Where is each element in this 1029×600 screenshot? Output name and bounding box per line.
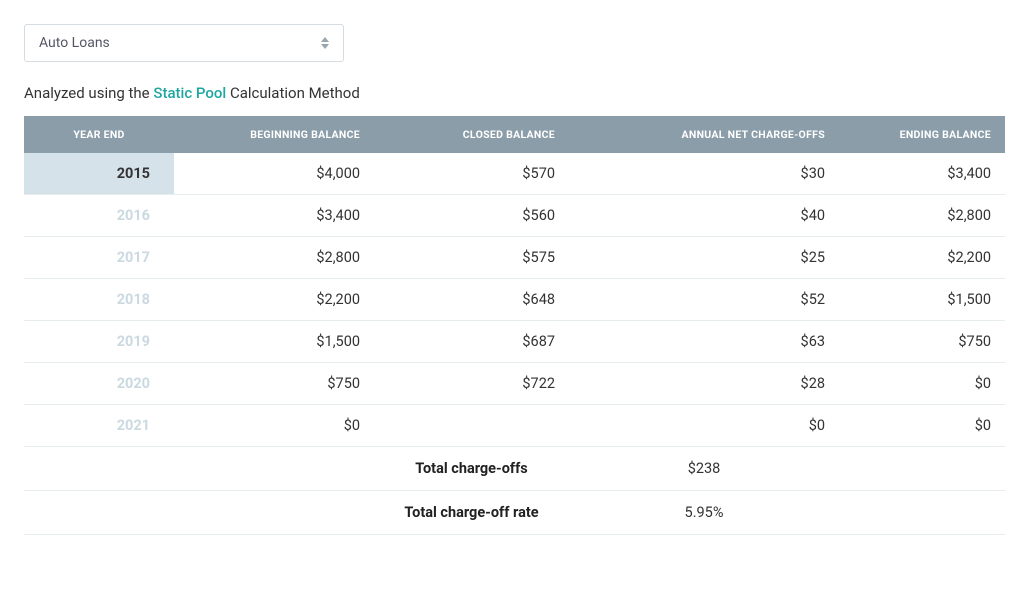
analysis-method-text: Analyzed using the Static Pool Calculati… xyxy=(24,84,1005,102)
table-row[interactable]: 2015$4,000$570$30$3,400 xyxy=(24,153,1005,195)
cell-chargeoffs: $63 xyxy=(569,321,839,363)
summary-blank xyxy=(839,491,1005,535)
cell-closed: $575 xyxy=(374,237,569,279)
analysis-prefix: Analyzed using the xyxy=(24,84,153,102)
year-cell: 2020 xyxy=(24,363,174,405)
updown-icon xyxy=(321,37,329,49)
table-row[interactable]: 2019$1,500$687$63$750 xyxy=(24,321,1005,363)
year-cell: 2015 xyxy=(24,153,174,195)
col-year-end: YEAR END xyxy=(24,116,174,153)
summary-row: Total charge-offs$238 xyxy=(24,447,1005,491)
loan-type-dropdown[interactable]: Auto Loans xyxy=(24,24,344,62)
col-closed-balance: CLOSED BALANCE xyxy=(374,116,569,153)
cell-closed: $722 xyxy=(374,363,569,405)
summary-blank xyxy=(174,491,374,535)
cell-beginning: $750 xyxy=(174,363,374,405)
summary-label: Total charge-off rate xyxy=(374,491,569,535)
cell-ending: $1,500 xyxy=(839,279,1005,321)
cell-chargeoffs: $28 xyxy=(569,363,839,405)
cell-closed xyxy=(374,405,569,447)
col-ending-balance: ENDING BALANCE xyxy=(839,116,1005,153)
loan-type-dropdown-label: Auto Loans xyxy=(39,35,110,51)
cell-beginning: $2,200 xyxy=(174,279,374,321)
cell-chargeoffs: $40 xyxy=(569,195,839,237)
summary-blank xyxy=(24,491,174,535)
col-beginning-balance: BEGINNING BALANCE xyxy=(174,116,374,153)
cell-chargeoffs: $30 xyxy=(569,153,839,195)
cell-closed: $648 xyxy=(374,279,569,321)
year-cell: 2018 xyxy=(24,279,174,321)
cell-beginning: $3,400 xyxy=(174,195,374,237)
table-row[interactable]: 2020$750$722$28$0 xyxy=(24,363,1005,405)
cell-beginning: $0 xyxy=(174,405,374,447)
cell-chargeoffs: $25 xyxy=(569,237,839,279)
cell-closed: $570 xyxy=(374,153,569,195)
year-cell: 2016 xyxy=(24,195,174,237)
cell-ending: $750 xyxy=(839,321,1005,363)
summary-blank xyxy=(24,447,174,491)
cell-ending: $2,200 xyxy=(839,237,1005,279)
table-header-row: YEAR END BEGINNING BALANCE CLOSED BALANC… xyxy=(24,116,1005,153)
cell-ending: $3,400 xyxy=(839,153,1005,195)
cell-beginning: $2,800 xyxy=(174,237,374,279)
static-pool-link[interactable]: Static Pool xyxy=(153,84,226,102)
summary-value: 5.95% xyxy=(569,491,839,535)
year-cell: 2017 xyxy=(24,237,174,279)
chargeoff-table: YEAR END BEGINNING BALANCE CLOSED BALANC… xyxy=(24,116,1005,535)
cell-ending: $2,800 xyxy=(839,195,1005,237)
summary-blank xyxy=(174,447,374,491)
cell-ending: $0 xyxy=(839,363,1005,405)
cell-beginning: $4,000 xyxy=(174,153,374,195)
cell-chargeoffs: $0 xyxy=(569,405,839,447)
table-body: 2015$4,000$570$30$3,4002016$3,400$560$40… xyxy=(24,153,1005,535)
table-row[interactable]: 2017$2,800$575$25$2,200 xyxy=(24,237,1005,279)
cell-ending: $0 xyxy=(839,405,1005,447)
year-cell: 2021 xyxy=(24,405,174,447)
cell-chargeoffs: $52 xyxy=(569,279,839,321)
summary-value: $238 xyxy=(569,447,839,491)
table-row[interactable]: 2018$2,200$648$52$1,500 xyxy=(24,279,1005,321)
summary-label: Total charge-offs xyxy=(374,447,569,491)
cell-closed: $560 xyxy=(374,195,569,237)
table-row[interactable]: 2021$0$0$0 xyxy=(24,405,1005,447)
year-cell: 2019 xyxy=(24,321,174,363)
summary-row: Total charge-off rate5.95% xyxy=(24,491,1005,535)
cell-beginning: $1,500 xyxy=(174,321,374,363)
table-row[interactable]: 2016$3,400$560$40$2,800 xyxy=(24,195,1005,237)
col-annual-chargeoffs: ANNUAL NET CHARGE-OFFS xyxy=(569,116,839,153)
summary-blank xyxy=(839,447,1005,491)
cell-closed: $687 xyxy=(374,321,569,363)
analysis-suffix: Calculation Method xyxy=(226,84,360,102)
